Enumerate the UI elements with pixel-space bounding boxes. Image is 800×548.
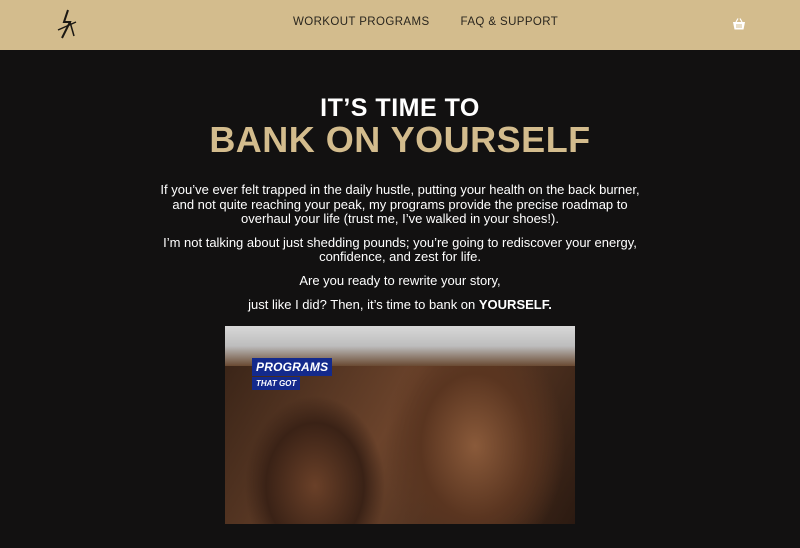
hero-title-line1: IT’S TIME TO	[320, 94, 480, 122]
hero-question-2: just like I did? Then, it’s time to bank…	[150, 297, 650, 313]
hero-section: IT’S TIME TO BANK ON YOURSELF If you’ve …	[0, 50, 800, 548]
hero-title-line2: BANK ON YOURSELF	[209, 119, 591, 160]
hero-paragraph-1: If you’ve ever felt trapped in the daily…	[160, 182, 640, 226]
promo-video[interactable]: PROGRAMS THAT GOT	[225, 326, 575, 524]
site-header: WORKOUT PROGRAMS FAQ & SUPPORT	[0, 0, 800, 50]
hero-question-1: Are you ready to rewrite your story,	[299, 272, 501, 288]
video-caption-line1: PROGRAMS	[252, 358, 333, 376]
hero-question-2-text: just like I did? Then, it’s time to bank…	[248, 297, 479, 312]
nav-faq-support[interactable]: FAQ & SUPPORT	[461, 16, 559, 28]
hero-copy: If you’ve ever felt trapped in the daily…	[150, 182, 650, 322]
hero-question-2-emphasis: YOURSELF.	[478, 297, 552, 312]
main-nav: WORKOUT PROGRAMS FAQ & SUPPORT	[293, 16, 558, 28]
nav-workout-programs[interactable]: WORKOUT PROGRAMS	[293, 16, 430, 28]
shopping-basket-icon[interactable]	[732, 17, 746, 31]
signature-logo-icon[interactable]	[54, 8, 80, 40]
video-caption-line2: THAT GOT	[252, 377, 301, 390]
hero-paragraph-2: I’m not talking about just shedding poun…	[163, 234, 637, 264]
